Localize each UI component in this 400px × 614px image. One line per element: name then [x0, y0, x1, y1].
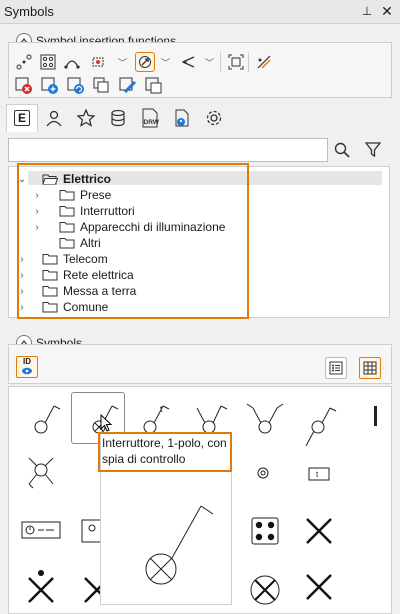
grid-view-button[interactable]	[359, 357, 381, 379]
electrical-tab-label: E	[13, 110, 30, 126]
pin-icon[interactable]: ⊥	[359, 3, 375, 19]
tooltip-symbol-preview	[145, 505, 214, 585]
tree-highlight-box	[17, 163, 249, 319]
toolbar-divider	[220, 52, 221, 72]
direction-connect-icon[interactable]	[178, 52, 198, 72]
symbol-wall-light[interactable]	[14, 560, 68, 614]
symbol-button[interactable]	[236, 446, 290, 500]
symbol-cross-switch[interactable]	[14, 446, 68, 500]
connect-points-icon[interactable]	[14, 52, 34, 72]
tab-settings[interactable]	[198, 104, 230, 132]
id-label: ID	[23, 357, 31, 366]
gear-icon	[206, 110, 222, 126]
panel-title: Symbols	[4, 4, 54, 19]
panel-titlebar: Symbols ⊥ ✕	[0, 0, 400, 24]
filter-icon[interactable]	[362, 139, 384, 161]
user-icon	[46, 110, 62, 127]
tab-electrical[interactable]: E	[6, 104, 38, 132]
svg-text:t: t	[160, 404, 163, 414]
edit-symbol-icon[interactable]	[118, 76, 138, 96]
list-view-icon	[329, 361, 343, 375]
delete-symbol-icon[interactable]	[14, 76, 34, 96]
fit-frame-icon[interactable]	[226, 52, 246, 72]
tab-user-files[interactable]	[166, 104, 198, 132]
grid-symbol-icon[interactable]	[38, 52, 58, 72]
search-icon[interactable]	[331, 139, 353, 161]
symbol-changeover-switch[interactable]	[238, 392, 292, 446]
list-view-button[interactable]	[325, 357, 347, 379]
star-icon	[77, 109, 95, 127]
drw-file-icon: DRW	[142, 108, 160, 128]
multi-connect-icon[interactable]	[88, 52, 108, 72]
symbol-intermediate-switch[interactable]	[294, 392, 348, 446]
chevron-down-icon[interactable]: ﹀	[118, 56, 127, 69]
route-wire-icon[interactable]	[254, 52, 274, 72]
symbol-light-point[interactable]	[292, 504, 346, 558]
svg-text:t: t	[316, 470, 319, 479]
add-symbol-icon[interactable]	[40, 76, 60, 96]
symbol-lamp-circle[interactable]	[238, 560, 292, 614]
tab-drw[interactable]: DRW	[134, 104, 166, 132]
search-input[interactable]	[8, 138, 328, 162]
symbol-timer-relay[interactable]	[14, 504, 68, 558]
replace-symbol-icon[interactable]	[66, 76, 86, 96]
symbol-switch-1pole[interactable]	[14, 392, 68, 446]
show-id-button[interactable]: ID	[16, 356, 38, 378]
tab-favorites[interactable]	[70, 104, 102, 132]
database-icon	[111, 109, 125, 127]
move-symbol-icon[interactable]	[144, 76, 164, 96]
tooltip-highlight-box	[98, 432, 232, 472]
symbol-timer-button[interactable]: t	[292, 446, 346, 500]
rotate-connect-icon[interactable]	[135, 52, 155, 72]
tab-database[interactable]	[102, 104, 134, 132]
chevron-down-icon[interactable]: ﹀	[161, 56, 170, 69]
arc-connect-icon[interactable]	[62, 52, 82, 72]
grid-view-icon	[363, 361, 377, 375]
close-icon[interactable]: ✕	[379, 3, 395, 19]
library-tabs: E DRW	[6, 104, 230, 132]
toolbar-divider	[248, 52, 249, 72]
symbol-socket-quad[interactable]	[238, 504, 292, 558]
user-file-icon	[175, 109, 189, 127]
mouse-cursor-icon	[100, 414, 113, 432]
symbol-light-point-2[interactable]	[292, 560, 346, 614]
copy-symbol-icon[interactable]	[92, 76, 112, 96]
tab-user[interactable]	[38, 104, 70, 132]
svg-text:DRW: DRW	[144, 119, 160, 126]
symbol-grid-scrollbar[interactable]	[374, 406, 377, 426]
chevron-down-icon[interactable]: ﹀	[205, 56, 214, 69]
